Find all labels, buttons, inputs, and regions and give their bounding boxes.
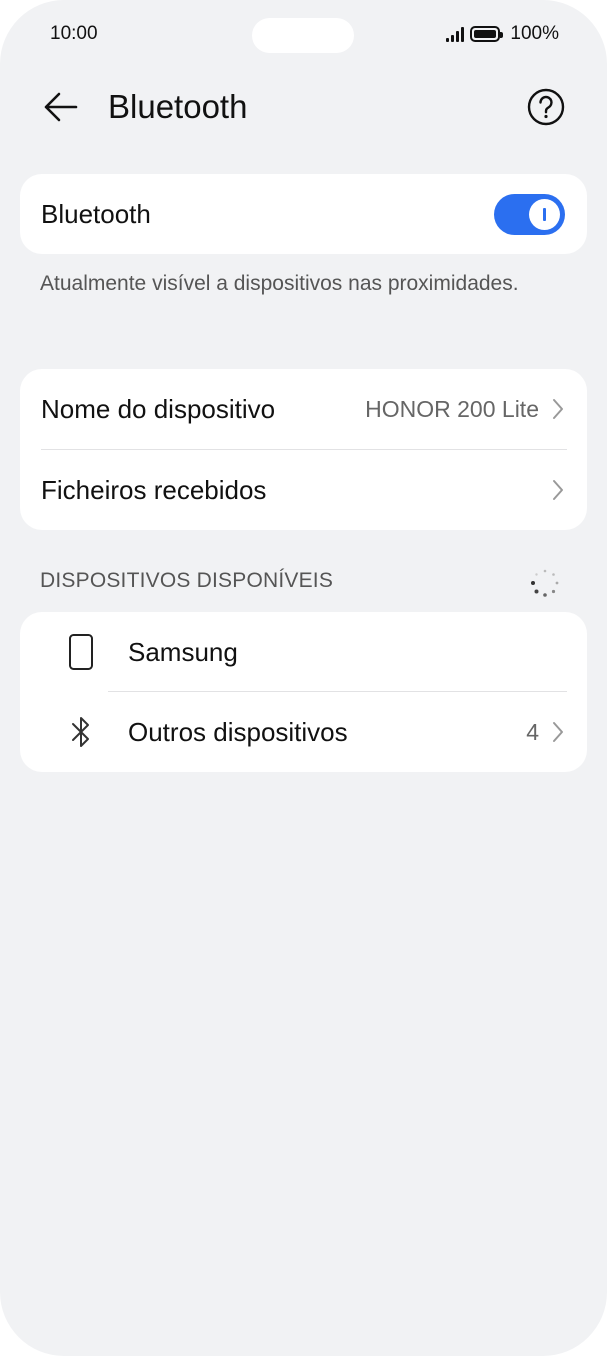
device-row-samsung[interactable]: Samsung xyxy=(20,612,587,692)
device-label: Outros dispositivos xyxy=(128,716,348,747)
chevron-right-icon xyxy=(553,399,563,419)
received-files-label: Ficheiros recebidos xyxy=(41,474,267,505)
battery-percent: 100% xyxy=(510,23,559,44)
page-title: Bluetooth xyxy=(108,88,248,125)
device-label: Samsung xyxy=(128,636,238,667)
bluetooth-toggle[interactable] xyxy=(494,194,565,235)
battery-icon xyxy=(470,26,504,42)
bluetooth-card: Bluetooth xyxy=(20,174,587,254)
chevron-right-icon xyxy=(553,722,563,742)
status-indicators: 100% xyxy=(446,23,559,45)
toggle-knob xyxy=(529,199,560,230)
status-time: 10:00 xyxy=(50,23,98,44)
camera-pill xyxy=(252,18,354,53)
bluetooth-icon xyxy=(72,717,89,747)
device-count-badge: 4 xyxy=(526,718,539,745)
device-name-value: HONOR 200 Lite xyxy=(365,395,539,422)
chevron-right-icon xyxy=(553,480,563,500)
device-name-row[interactable]: Nome do dispositivo HONOR 200 Lite xyxy=(20,369,587,449)
received-files-row[interactable]: Ficheiros recebidos xyxy=(20,450,587,530)
loading-spinner-icon xyxy=(531,569,559,597)
device-name-label: Nome do dispositivo xyxy=(41,393,276,424)
bluetooth-label: Bluetooth xyxy=(41,199,151,229)
status-bar: 10:00 100% xyxy=(0,0,607,70)
signal-icon xyxy=(446,26,465,42)
device-row-other[interactable]: Outros dispositivos 4 xyxy=(20,692,587,772)
phone-icon xyxy=(69,634,93,670)
available-devices-card: Samsung Outros dispositivos 4 xyxy=(20,612,587,772)
question-circle-icon[interactable] xyxy=(527,88,565,126)
visibility-note: Atualmente visível a dispositivos nas pr… xyxy=(40,272,519,295)
available-devices-header: DISPOSITIVOS DISPONÍVEIS xyxy=(40,569,334,592)
phone-screen: 10:00 100% Bluetooth Bluetooth Atualment… xyxy=(0,0,607,1356)
arrow-left-icon[interactable] xyxy=(40,86,82,128)
device-info-card: Nome do dispositivo HONOR 200 Lite Fiche… xyxy=(20,369,587,530)
